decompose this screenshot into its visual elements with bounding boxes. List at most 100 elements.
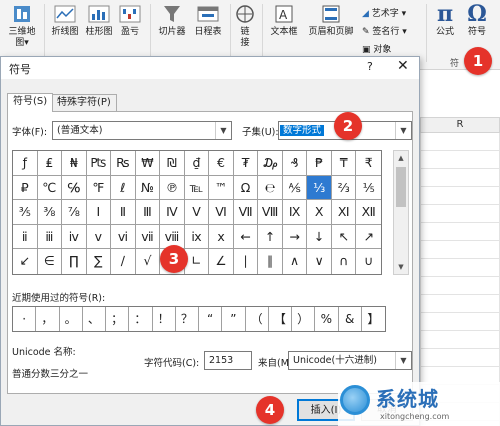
symbol-cell[interactable]: ℮ — [258, 175, 283, 201]
recent-symbol-cell[interactable]: % — [315, 307, 339, 331]
symbol-button[interactable]: Ω 符号 — [462, 3, 492, 38]
recent-symbol-cell[interactable]: 、 — [83, 307, 106, 331]
symbol-cell[interactable]: ₦ — [62, 151, 87, 176]
symbol-cell[interactable]: ⅔ — [331, 175, 357, 201]
recent-symbol-cell[interactable]: · — [13, 307, 37, 331]
recent-symbol-cell[interactable]: & — [339, 307, 362, 331]
3d-map-button[interactable]: 三维地 图▾ — [4, 4, 40, 49]
symbol-cell[interactable]: → — [282, 224, 308, 250]
recent-symbol-cell[interactable]: ） — [292, 307, 316, 331]
symbol-cell[interactable]: ∣ — [234, 249, 259, 274]
symbol-cell[interactable]: ⅜ — [37, 200, 63, 225]
symbol-cell[interactable]: ⅴ — [86, 224, 112, 250]
symbol-cell[interactable]: ⅲ — [37, 224, 63, 250]
symbol-cell[interactable]: ℉ — [86, 175, 112, 201]
symbol-cell[interactable]: Ⅴ — [184, 200, 210, 225]
object-button[interactable]: ▣ 对象 — [362, 42, 391, 55]
symbol-cell[interactable]: ₽ — [13, 175, 38, 201]
symbol-cell[interactable]: ₪ — [160, 151, 185, 176]
scroll-down-icon[interactable]: ▼ — [394, 260, 408, 274]
symbol-cell[interactable]: ₰ — [282, 151, 308, 176]
symbol-cell[interactable]: ℅ — [62, 175, 87, 201]
symbol-cell[interactable]: Ⅵ — [209, 200, 234, 225]
symbol-cell[interactable]: √ — [136, 249, 161, 274]
symbol-cell[interactable]: № — [135, 175, 161, 201]
symbol-cell[interactable]: ⅳ — [62, 224, 87, 250]
win-loss-button[interactable]: 盈亏 — [116, 4, 144, 38]
symbol-cell[interactable]: ⅱ — [13, 224, 38, 250]
symbol-cell[interactable]: ↙ — [13, 249, 38, 274]
symbol-cell[interactable]: Ⅻ — [356, 200, 381, 225]
symbol-cell[interactable]: ⅶ — [135, 224, 161, 250]
close-button[interactable]: ✕ — [397, 58, 409, 74]
column-sparkline-button[interactable]: 柱形图 — [82, 4, 116, 38]
symbol-cell[interactable]: Ⅺ — [331, 200, 357, 225]
symbol-cell[interactable]: ↓ — [307, 224, 332, 250]
timeline-button[interactable]: 日程表 — [190, 4, 226, 38]
symbol-cell[interactable]: ₨ — [111, 151, 136, 176]
symbol-cell[interactable]: ∟ — [185, 249, 210, 274]
textbox-button[interactable]: A 文本框 — [266, 4, 302, 38]
char-code-input[interactable]: 2153 — [204, 351, 252, 370]
symbol-cell[interactable]: ₩ — [135, 151, 161, 176]
font-select[interactable]: (普通文本) ▼ — [52, 121, 232, 140]
wordart-button[interactable]: ◢ 艺术字 ▾ — [362, 6, 406, 19]
symbol-cell[interactable]: ∏ — [62, 249, 87, 274]
recent-symbol-cell[interactable]: ： — [129, 307, 153, 331]
symbol-cell[interactable]: ₮ — [233, 151, 259, 176]
slicer-button[interactable]: 切片器 — [154, 4, 190, 38]
symbol-cell[interactable]: Ⅶ — [233, 200, 259, 225]
scroll-up-icon[interactable]: ▲ — [394, 151, 408, 165]
recent-symbol-cell[interactable]: ！ — [153, 307, 176, 331]
symbol-cell[interactable]: € — [209, 151, 234, 176]
symbol-cell[interactable]: ↖ — [331, 224, 357, 250]
symbol-cell[interactable]: ∑ — [87, 249, 112, 274]
column-header-r[interactable]: R — [420, 117, 500, 133]
symbol-cell[interactable]: ℃ — [37, 175, 63, 201]
symbol-cell[interactable]: ∈ — [38, 249, 63, 274]
symbol-cell[interactable]: Ⅷ — [258, 200, 283, 225]
symbol-cell[interactable]: ← — [233, 224, 259, 250]
recent-symbol-cell[interactable]: 【 — [269, 307, 292, 331]
symbol-cell[interactable]: ™ — [209, 175, 234, 201]
symbol-cell[interactable]: ℡ — [184, 175, 210, 201]
symbol-cell[interactable]: ∕ — [111, 249, 136, 274]
symbol-grid-scrollbar[interactable]: ▲ ▼ — [393, 150, 409, 275]
symbol-cell[interactable]: Ⅹ — [307, 200, 332, 225]
equation-button[interactable]: π 公式 — [430, 3, 460, 38]
symbol-cell[interactable]: ₤ — [37, 151, 63, 176]
symbol-cell[interactable]: ₫ — [184, 151, 210, 176]
recent-symbol-cell[interactable]: ？ — [176, 307, 199, 331]
recent-symbol-cell[interactable]: “ — [199, 307, 223, 331]
symbol-cell[interactable]: Ⅱ — [111, 200, 136, 225]
symbol-cell[interactable]: ℓ — [111, 175, 136, 201]
symbol-cell[interactable]: ↗ — [356, 225, 381, 250]
symbol-cell[interactable]: ⅍ — [282, 175, 308, 201]
symbol-cell[interactable]: ⅕ — [356, 176, 381, 201]
symbol-cell[interactable]: ⅗ — [13, 200, 38, 225]
symbol-cell[interactable]: ⅹ — [209, 224, 234, 250]
symbol-cell[interactable]: Ⅰ — [86, 200, 112, 225]
recent-symbol-cell[interactable]: ， — [36, 307, 60, 331]
help-button[interactable]: ? — [367, 60, 373, 73]
symbol-cell[interactable]: ₧ — [86, 151, 112, 176]
symbol-cell[interactable]: ∪ — [356, 249, 381, 274]
line-sparkline-button[interactable]: 折线图 — [48, 4, 82, 38]
symbol-cell[interactable]: ₸ — [331, 151, 357, 176]
symbol-cell[interactable]: ∥ — [258, 249, 283, 274]
signature-line-button[interactable]: ✎ 签名行 ▾ — [362, 24, 407, 37]
symbol-cell[interactable]: ₱ — [307, 151, 332, 176]
symbol-cell[interactable]: Ω — [233, 175, 259, 201]
symbol-cell[interactable]: ↑ — [258, 224, 283, 250]
symbol-cell[interactable]: ƒ — [13, 151, 38, 176]
recent-symbol-cell[interactable]: （ — [246, 307, 269, 331]
recent-symbol-cell[interactable]: ； — [106, 307, 130, 331]
symbol-cell[interactable]: ₹ — [356, 151, 381, 176]
symbol-cell[interactable]: ∩ — [332, 249, 357, 274]
tab-symbols[interactable]: 符号(S) — [7, 93, 54, 112]
symbol-cell[interactable]: ⅓ — [307, 175, 332, 201]
symbol-cell[interactable]: ⅞ — [62, 200, 87, 225]
symbol-cell[interactable]: Ⅲ — [135, 200, 161, 225]
symbol-cell[interactable]: Ⅳ — [160, 200, 185, 225]
symbol-cell[interactable]: ⅵ — [111, 224, 136, 250]
